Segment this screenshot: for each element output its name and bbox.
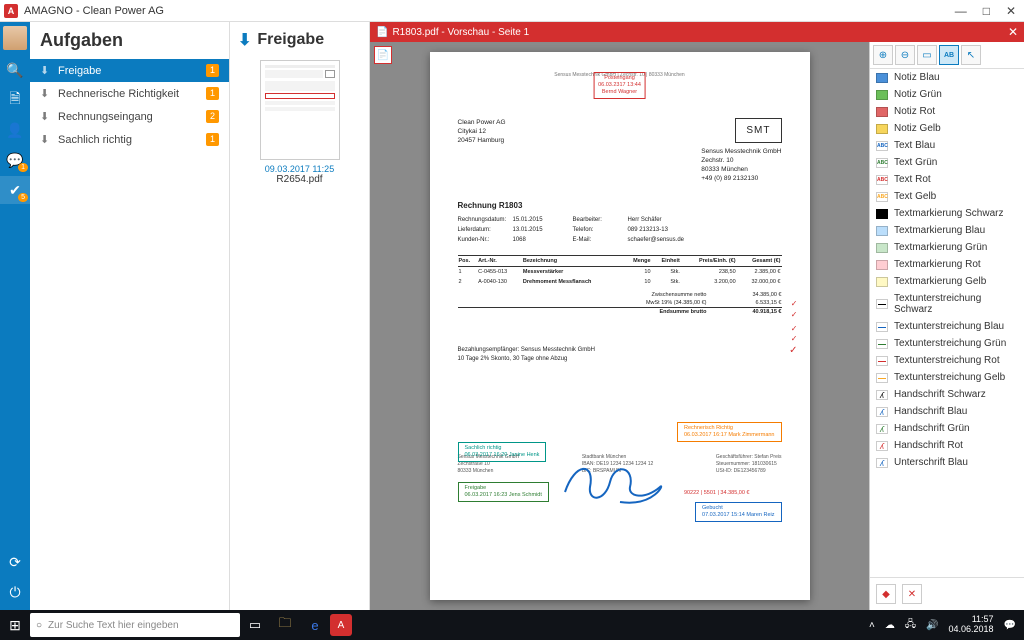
thumb-filename: R2654.pdf — [238, 174, 361, 185]
tasks-icon[interactable]: ✔5 — [0, 176, 30, 204]
annotation-tool-3[interactable]: Notiz Gelb — [870, 120, 1024, 137]
annotation-tool-16[interactable]: Textunterstreichung Rot — [870, 352, 1024, 369]
tray-up-icon[interactable]: ˄ — [869, 620, 875, 631]
annotation-tool-9[interactable]: Textmarkierung Blau — [870, 222, 1024, 239]
freigabe-panel: ⬇ Freigabe 09.03.2017 11:25 R2654.pdf — [230, 22, 370, 610]
minimize-button[interactable]: — — [951, 4, 971, 18]
power-icon[interactable]: ⏻ — [0, 578, 30, 606]
annotation-tool-10[interactable]: Textmarkierung Grün — [870, 239, 1024, 256]
cortana-icon: ○ — [36, 620, 42, 631]
stamp-sachlich-richtig: Sachlich richtig06.03.2017 16:20 Janine … — [458, 442, 547, 462]
left-nav: 🔍 🗎 👤 💬1 ✔5 ⟳ ⏻ — [0, 22, 30, 610]
annotation-tool-20[interactable]: ʎHandschrift Grün — [870, 420, 1024, 437]
task-item-3[interactable]: ⬇Sachlich richtig1 — [30, 128, 229, 151]
cursor-tool-button[interactable]: ↖ — [961, 45, 981, 65]
download-icon: ⬇ — [238, 30, 251, 50]
annotation-tool-2[interactable]: Notiz Rot — [870, 103, 1024, 120]
confirm-button[interactable]: ◆ — [876, 584, 896, 604]
zoom-out-button[interactable]: ⊖ — [895, 45, 915, 65]
recipient-address: Clean Power AG Citykai 12 20457 Hamburg — [458, 118, 506, 183]
annotation-tool-15[interactable]: Textunterstreichung Grün — [870, 335, 1024, 352]
annotation-tool-13[interactable]: Textunterstreichung Schwarz — [870, 290, 1024, 318]
page-indicator-icon[interactable]: 📄 — [374, 46, 392, 64]
document-page: Posteingang 06.03.2317 13:44 Bernd Wagne… — [430, 52, 810, 600]
annotation-tools-panel: ⊕ ⊖ ▭ AB ↖ Notiz BlauNotiz GrünNotiz Rot… — [869, 42, 1024, 610]
close-button[interactable]: ✕ — [1002, 4, 1020, 18]
annotation-tool-4[interactable]: ABCText Blau — [870, 137, 1024, 154]
taskbar-clock[interactable]: 11:57 04.06.2018 — [949, 615, 994, 635]
pdf-icon: 📄 — [376, 27, 388, 38]
sender-address: Sensus Messtechnik GmbH Zechstr. 10 8033… — [701, 147, 781, 183]
highlight-tool-button[interactable]: AB — [939, 45, 959, 65]
annotation-tool-21[interactable]: ʎHandschrift Rot — [870, 437, 1024, 454]
explorer-icon[interactable]: 🗀 — [270, 610, 300, 640]
preview-title-text: R1803.pdf - Vorschau - Seite 1 — [392, 27, 529, 38]
annotation-tool-17[interactable]: Textunterstreichung Gelb — [870, 369, 1024, 386]
titlebar: A AMAGNO - Clean Power AG — □ ✕ — [0, 0, 1024, 22]
annotation-tool-1[interactable]: Notiz Grün — [870, 86, 1024, 103]
annotation-tool-7[interactable]: ABCText Gelb — [870, 188, 1024, 205]
sync-icon[interactable]: ⟳ — [0, 548, 30, 576]
stamp-rechnerisch-richtig: Rechnerisch Richtig06.03.2017 16:17 Mark… — [677, 422, 782, 442]
tasks-panel: Aufgaben ⬇Freigabe1⬇Rechnerische Richtig… — [30, 22, 230, 610]
annotation-tool-11[interactable]: Textmarkierung Rot — [870, 256, 1024, 273]
documents-icon[interactable]: 🗎 — [0, 86, 30, 114]
search-placeholder: Zur Suche Text hier eingeben — [48, 620, 178, 631]
task-view-button[interactable]: ▭ — [240, 610, 270, 640]
document-thumbnail[interactable] — [260, 60, 340, 160]
company-logo-box: SMT — [735, 118, 781, 143]
annotation-tool-22[interactable]: ʎUnterschrift Blau — [870, 454, 1024, 471]
annotation-tool-18[interactable]: ʎHandschrift Schwarz — [870, 386, 1024, 403]
annotation-tool-12[interactable]: Textmarkierung Gelb — [870, 273, 1024, 290]
search-icon[interactable]: 🔍 — [0, 56, 30, 84]
invoice-title: Rechnung R1803 — [458, 201, 782, 210]
user-avatar[interactable] — [3, 26, 27, 50]
document-viewport[interactable]: 📄 Posteingang 06.03.2317 13:44 Bernd Wag… — [370, 42, 869, 610]
taskbar-search[interactable]: ○ Zur Suche Text hier eingeben — [30, 613, 240, 637]
stamp-gebucht: Gebucht07.03.2017 15:14 Maren Reiz — [695, 502, 781, 522]
tray-onedrive-icon[interactable]: ☁ — [885, 620, 895, 631]
annotation-tool-0[interactable]: Notiz Blau — [870, 69, 1024, 86]
red-annotation: 90222 | 5501 | 34.385,00 € — [684, 490, 750, 496]
amagno-taskbar-icon[interactable]: A — [330, 614, 352, 636]
preview-pane: 📄 R1803.pdf - Vorschau - Seite 1 ✕ 📄 Pos… — [370, 22, 1024, 610]
thumb-date: 09.03.2017 11:25 — [238, 164, 361, 174]
stamp-tool-button[interactable]: ▭ — [917, 45, 937, 65]
cancel-button[interactable]: ✕ — [902, 584, 922, 604]
notifications-icon[interactable]: 💬 — [1004, 620, 1016, 631]
annotation-tool-5[interactable]: ABCText Grün — [870, 154, 1024, 171]
edge-icon[interactable]: e — [300, 610, 330, 640]
zoom-in-button[interactable]: ⊕ — [873, 45, 893, 65]
app-logo: A — [4, 4, 18, 18]
messages-icon[interactable]: 💬1 — [0, 146, 30, 174]
payment-terms: Bezahlungsempfänger: Sensus Messtechnik … — [458, 346, 782, 364]
stamp-posteingang: Posteingang 06.03.2317 13:44 Bernd Wagne… — [593, 72, 646, 99]
annotation-tool-14[interactable]: Textunterstreichung Blau — [870, 318, 1024, 335]
stamp-freigabe: Freigabe06.03.2017 16:23 Jens Schmidt — [458, 482, 549, 502]
annotation-tool-6[interactable]: ABCText Rot — [870, 171, 1024, 188]
windows-taskbar: ⊞ ○ Zur Suche Text hier eingeben ▭ 🗀 e A… — [0, 610, 1024, 640]
middle-heading: Freigabe — [257, 31, 324, 49]
task-item-0[interactable]: ⬇Freigabe1 — [30, 59, 229, 82]
tray-network-icon[interactable]: 🖧 — [905, 617, 916, 634]
annotation-tool-8[interactable]: Textmarkierung Schwarz — [870, 205, 1024, 222]
annotation-tool-19[interactable]: ʎHandschrift Blau — [870, 403, 1024, 420]
signature — [560, 452, 670, 512]
line-items-table: Pos.Art.-Nr.BezeichnungMengeEinheitPreis… — [458, 255, 782, 287]
task-item-2[interactable]: ⬇Rechnungseingang2 — [30, 105, 229, 128]
start-button[interactable]: ⊞ — [0, 610, 30, 640]
preview-titlebar: 📄 R1803.pdf - Vorschau - Seite 1 ✕ — [370, 22, 1024, 42]
task-item-1[interactable]: ⬇Rechnerische Richtigkeit1 — [30, 82, 229, 105]
tasks-heading: Aufgaben — [30, 22, 229, 59]
window-title: AMAGNO - Clean Power AG — [24, 5, 951, 17]
preview-close-button[interactable]: ✕ — [1008, 25, 1018, 39]
contacts-icon[interactable]: 👤 — [0, 116, 30, 144]
tray-volume-icon[interactable]: 🔊 — [926, 620, 938, 631]
maximize-button[interactable]: □ — [979, 4, 994, 18]
